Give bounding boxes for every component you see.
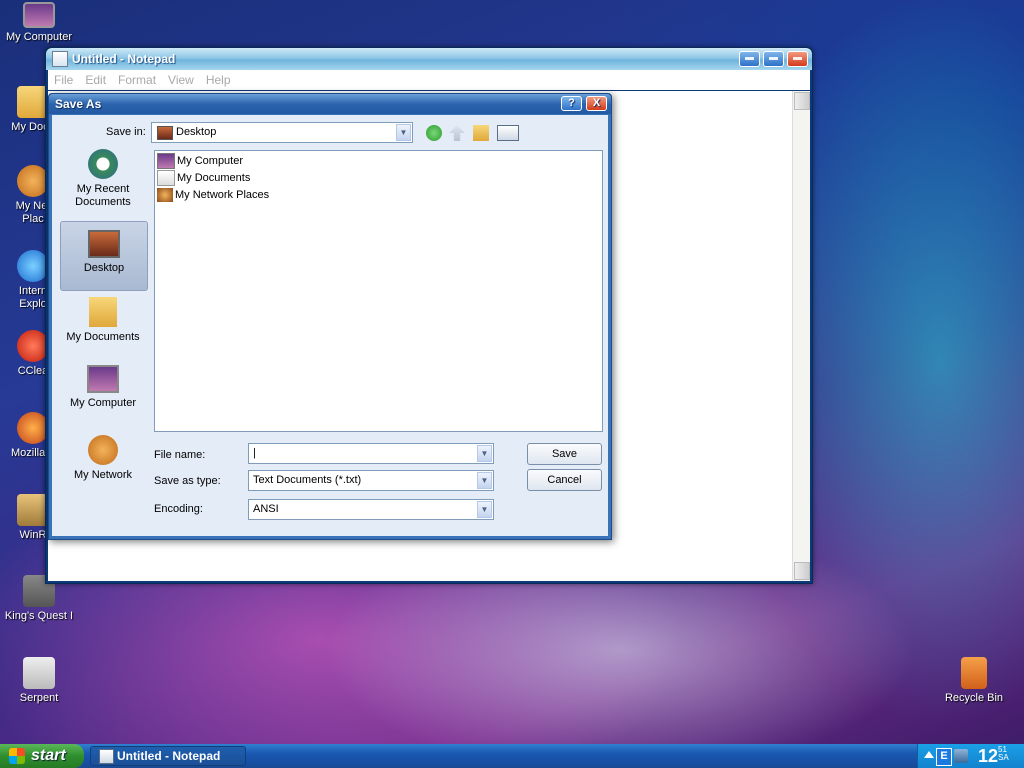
place-my-recent-documents[interactable]: My Recent Documents xyxy=(60,149,146,209)
show-hidden-icons-icon[interactable] xyxy=(924,751,934,758)
scroll-up-button[interactable] xyxy=(794,92,810,110)
save-in-label: Save in: xyxy=(106,126,146,138)
list-item[interactable]: My Network Places xyxy=(157,187,269,203)
tray-app-icon[interactable]: E xyxy=(936,748,952,766)
place-label: My Network xyxy=(73,469,133,481)
documents-icon xyxy=(157,170,175,186)
cancel-button[interactable]: Cancel xyxy=(527,469,602,491)
notepad-icon xyxy=(52,51,68,67)
desktop-icon-my-computer[interactable]: My Computer xyxy=(0,2,78,44)
notepad-titlebar[interactable]: Untitled - Notepad xyxy=(46,48,812,70)
new-folder-icon[interactable] xyxy=(473,125,489,141)
desktop-icon-label: King's Quest I xyxy=(4,610,74,622)
desktop-icon-serpent[interactable]: Serpent xyxy=(0,657,78,705)
save-in-dropdown[interactable]: Desktop ▼ xyxy=(151,122,413,143)
save-as-type-label: Save as type: xyxy=(154,475,221,487)
save-in-value: Desktop xyxy=(176,126,217,138)
start-button[interactable]: start xyxy=(0,744,84,768)
serpent-icon xyxy=(23,657,55,689)
save-as-titlebar[interactable]: Save As ? X xyxy=(49,94,611,114)
place-my-network[interactable]: My Network xyxy=(60,435,146,489)
list-item[interactable]: My Computer xyxy=(157,153,243,169)
recent-documents-icon xyxy=(88,149,118,179)
place-desktop[interactable]: Desktop xyxy=(60,221,148,291)
clock-minutes: 51 SA xyxy=(998,745,1009,762)
desktop-icon-recycle-bin[interactable]: Recycle Bin xyxy=(935,657,1013,705)
place-label: Desktop xyxy=(83,262,125,274)
up-folder-icon[interactable] xyxy=(449,125,465,141)
list-item[interactable]: My Documents xyxy=(157,170,250,186)
place-label: My Documents xyxy=(66,331,140,343)
windows-logo-icon xyxy=(9,748,25,764)
notepad-title: Untitled - Notepad xyxy=(72,52,176,66)
chevron-down-icon[interactable]: ▼ xyxy=(477,472,492,489)
place-my-computer[interactable]: My Computer xyxy=(60,365,146,419)
taskbar: start Untitled - Notepad E 12 51 SA xyxy=(0,744,1024,768)
file-name-input[interactable]: | ▼ xyxy=(248,443,494,464)
desktop-icon xyxy=(157,126,173,140)
computer-icon xyxy=(157,153,175,169)
encoding-label: Encoding: xyxy=(154,503,203,515)
desktop-icon xyxy=(88,230,120,258)
chevron-down-icon[interactable]: ▼ xyxy=(477,445,492,462)
vertical-scrollbar[interactable] xyxy=(792,91,810,581)
dialog-close-button[interactable]: X xyxy=(586,96,607,111)
clock[interactable]: 12 xyxy=(978,746,998,767)
file-name: My Computer xyxy=(177,155,244,167)
maximize-button[interactable] xyxy=(763,51,784,67)
file-name: My Network Places xyxy=(175,189,270,201)
close-button[interactable] xyxy=(787,51,808,67)
taskbar-notepad-button[interactable]: Untitled - Notepad xyxy=(90,746,246,766)
file-list[interactable]: My Computer My Documents My Network Plac… xyxy=(154,150,603,432)
computer-icon xyxy=(23,2,55,28)
menu-file[interactable]: File xyxy=(48,73,79,87)
network-places-icon xyxy=(157,188,173,202)
minimize-button[interactable] xyxy=(739,51,760,67)
start-label: start xyxy=(31,747,66,764)
taskbar-notepad-label: Untitled - Notepad xyxy=(117,749,221,763)
save-as-dialog: Save As ? X Save in: Desktop ▼ My Recent… xyxy=(48,93,612,540)
system-tray: E 12 51 SA xyxy=(917,744,1024,768)
places-bar: My Recent Documents Desktop My Documents… xyxy=(57,149,149,549)
my-computer-icon xyxy=(87,365,119,393)
save-button[interactable]: Save xyxy=(527,443,602,465)
menu-help[interactable]: Help xyxy=(200,73,237,87)
back-icon[interactable] xyxy=(426,125,442,141)
save-as-type-value: Text Documents (*.txt) xyxy=(253,474,362,486)
encoding-value: ANSI xyxy=(253,503,279,515)
menu-format[interactable]: Format xyxy=(112,73,162,87)
menu-edit[interactable]: Edit xyxy=(79,73,112,87)
recycle-bin-icon xyxy=(961,657,987,689)
chevron-down-icon[interactable]: ▼ xyxy=(396,124,411,141)
my-documents-icon xyxy=(89,297,117,327)
desktop-icon-label: Serpent xyxy=(19,692,59,704)
menu-view[interactable]: View xyxy=(162,73,200,87)
notepad-icon xyxy=(99,749,114,764)
file-name-label: File name: xyxy=(154,449,206,461)
save-as-type-dropdown[interactable]: Text Documents (*.txt) ▼ xyxy=(248,470,494,491)
place-label: My Computer xyxy=(69,397,137,409)
network-icon xyxy=(88,435,118,465)
encoding-dropdown[interactable]: ANSI ▼ xyxy=(248,499,494,520)
scroll-down-button[interactable] xyxy=(794,562,810,580)
place-label: My Recent Documents xyxy=(75,183,131,208)
notepad-menubar: File Edit Format View Help xyxy=(48,70,810,90)
help-button[interactable]: ? xyxy=(561,96,582,111)
place-my-documents[interactable]: My Documents xyxy=(60,297,146,351)
save-as-title: Save As xyxy=(55,97,102,111)
desktop-icon-label: Recycle Bin xyxy=(944,692,1004,704)
save-as-body: Save in: Desktop ▼ My Recent Documents D… xyxy=(52,115,608,536)
file-name: My Documents xyxy=(177,172,251,184)
desktop-icon-label: My Computer xyxy=(5,31,73,43)
chevron-down-icon[interactable]: ▼ xyxy=(477,501,492,518)
network-tray-icon[interactable] xyxy=(954,749,968,763)
file-name-value: | xyxy=(253,447,256,459)
view-menu-icon[interactable] xyxy=(497,125,519,141)
